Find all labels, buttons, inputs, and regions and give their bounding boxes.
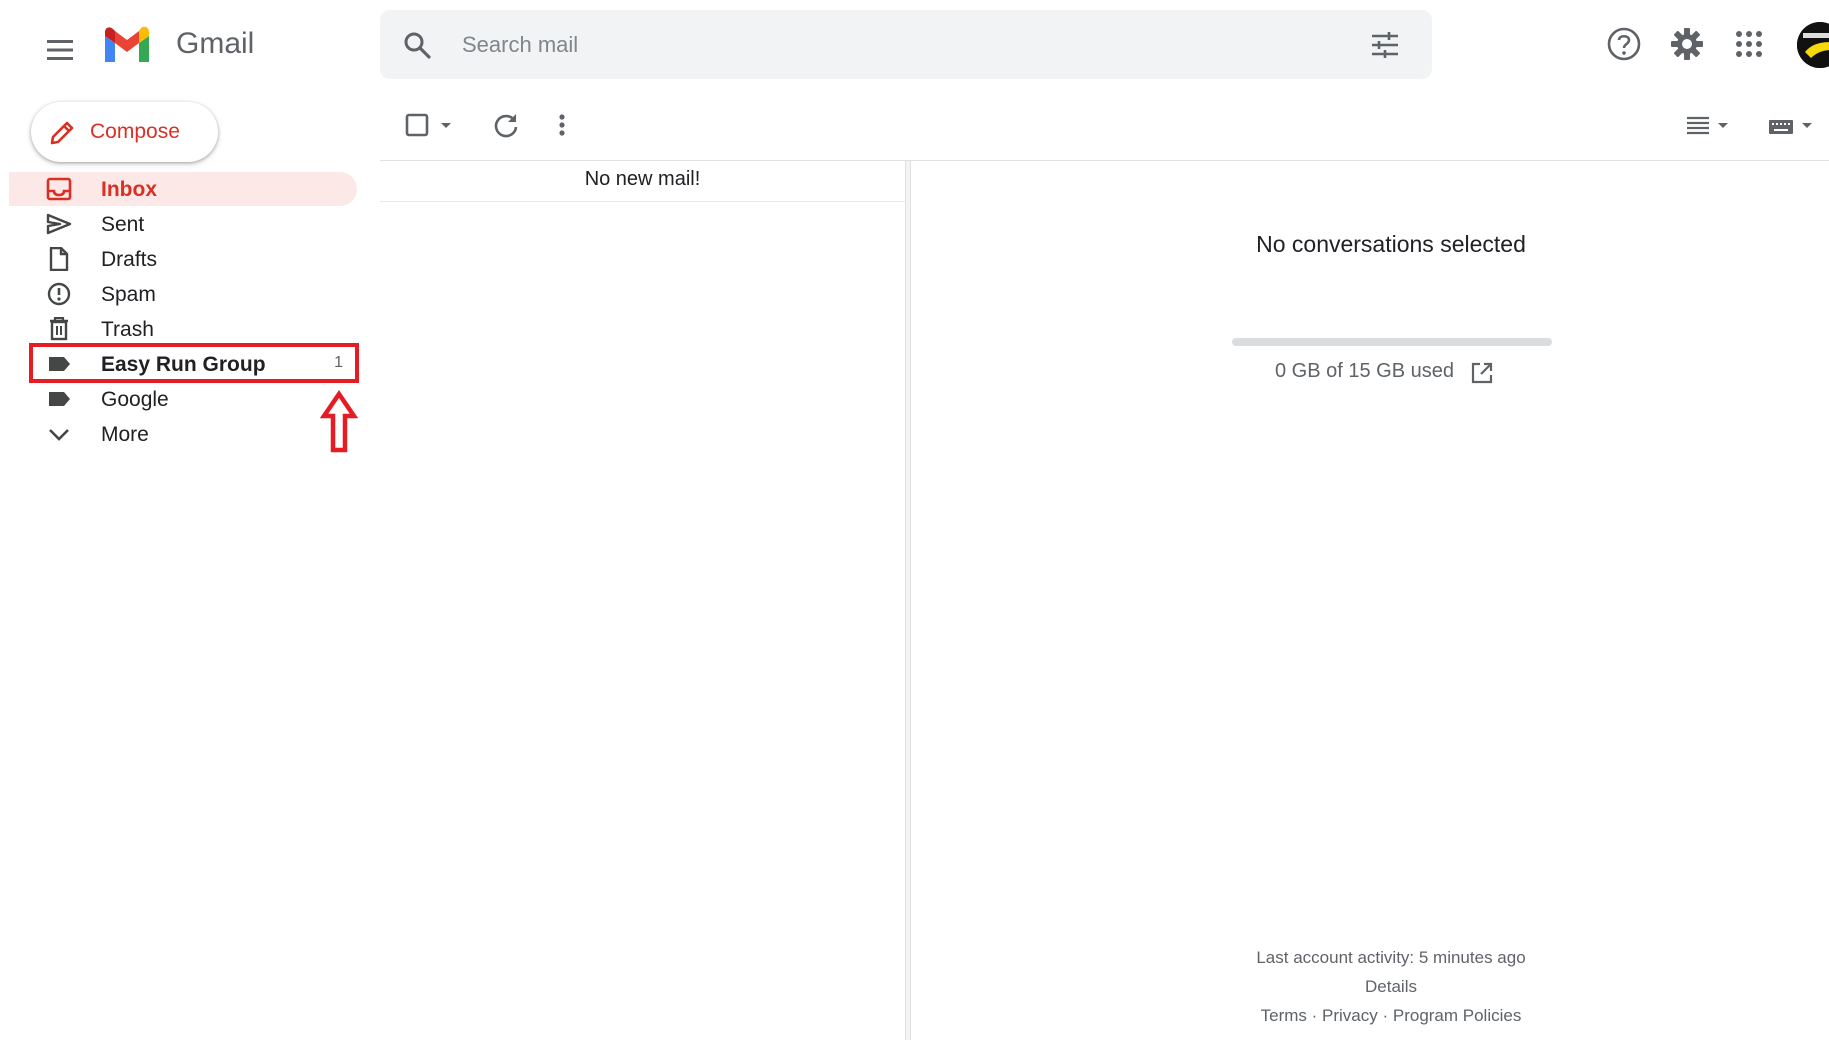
avatar[interactable] (1797, 22, 1829, 68)
gmail-logo[interactable] (102, 24, 152, 64)
footer-separator: · (1377, 1006, 1393, 1025)
chevron-down-icon (46, 422, 72, 446)
gmail-m-icon (105, 26, 149, 62)
empty-list-message: No new mail! (584, 168, 701, 190)
help-icon[interactable] (1606, 26, 1642, 62)
account-avatar-icon (1797, 22, 1829, 68)
footer-links: Terms · Privacy · Program Policies (1120, 1006, 1662, 1026)
sidebar-item-label: Spam (101, 283, 156, 306)
split-pane-toggle-icon[interactable] (1685, 114, 1735, 138)
keyboard-icon[interactable] (1767, 114, 1817, 138)
sidebar-item-label: More (101, 423, 149, 446)
sidebar-item-label: Trash (101, 318, 154, 341)
apps-grid-icon[interactable] (1735, 30, 1763, 58)
compose-label: Compose (90, 120, 180, 143)
toolbar-divider (380, 160, 1829, 161)
no-conversation-message: No conversations selected (1256, 231, 1526, 257)
inbox-icon (46, 177, 72, 201)
program-policies-link[interactable]: Program Policies (1393, 1006, 1522, 1025)
sidebar-item-spam[interactable]: Spam (9, 277, 357, 311)
sidebar-item-drafts[interactable]: Drafts (9, 242, 357, 276)
spam-icon (46, 282, 72, 306)
hamburger-menu-icon (47, 40, 73, 60)
annotation-up-arrow-icon (320, 390, 358, 454)
details-link[interactable]: Details (1120, 977, 1662, 997)
annotation-highlight-box (29, 343, 359, 383)
sidebar-item-label: Google (101, 388, 169, 411)
pane-resize-handle[interactable] (905, 161, 911, 1040)
more-vert-icon[interactable] (552, 112, 572, 140)
search-input[interactable] (462, 29, 1342, 61)
sidebar-item-label: Inbox (101, 178, 157, 201)
search-icon[interactable] (402, 30, 432, 60)
sidebar-item-label: Sent (101, 213, 145, 236)
footer-separator: · (1306, 1006, 1323, 1025)
compose-button[interactable]: Compose (31, 102, 218, 162)
draft-icon (46, 247, 72, 271)
gear-icon[interactable] (1669, 26, 1705, 62)
list-divider (380, 201, 905, 202)
sidebar-item-more[interactable]: More (9, 417, 357, 451)
refresh-icon[interactable] (492, 112, 520, 140)
trash-icon (46, 317, 72, 341)
sidebar-item-trash[interactable]: Trash (9, 312, 357, 346)
send-icon (46, 212, 72, 236)
search-options-icon[interactable] (1370, 31, 1400, 59)
sidebar-item-sent[interactable]: Sent (9, 207, 357, 241)
sidebar-item-label: Drafts (101, 248, 158, 271)
sidebar-item-inbox[interactable]: Inbox (9, 172, 357, 206)
storage-usage-bar (1232, 338, 1552, 346)
main-menu-button[interactable] (36, 26, 84, 74)
sidebar-item-google[interactable]: Google (9, 382, 357, 416)
privacy-link[interactable]: Privacy (1322, 1006, 1378, 1025)
label-icon (46, 387, 72, 411)
storage-usage-text[interactable]: 0 GB of 15 GB used (1275, 360, 1454, 383)
open-in-new-icon[interactable] (1470, 361, 1494, 385)
last-account-activity: Last account activity: 5 minutes ago (1256, 948, 1526, 967)
select-all-checkbox[interactable] (405, 112, 455, 140)
app-title: Gmail (176, 27, 255, 60)
pencil-icon (47, 118, 77, 148)
terms-link[interactable]: Terms (1261, 1006, 1307, 1025)
search-bar[interactable] (380, 10, 1432, 79)
